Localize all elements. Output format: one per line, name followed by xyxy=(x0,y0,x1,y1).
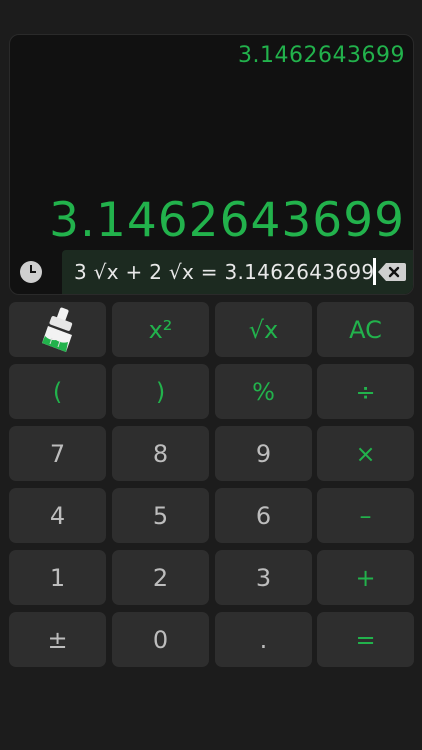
clear-history-button[interactable] xyxy=(9,302,106,357)
sqrt-button[interactable]: √x xyxy=(215,302,312,357)
clock-icon[interactable] xyxy=(20,261,42,283)
plus-minus-button[interactable]: ± xyxy=(9,612,106,667)
decimal-button[interactable]: . xyxy=(215,612,312,667)
square-button[interactable]: x² xyxy=(112,302,209,357)
digit-4-button[interactable]: 4 xyxy=(9,488,106,543)
divide-button[interactable]: ÷ xyxy=(317,364,414,419)
calculator-display: 3.1462643699 3.1462643699 3 √x + 2 √x = … xyxy=(9,34,414,295)
digit-9-button[interactable]: 9 xyxy=(215,426,312,481)
text-cursor xyxy=(373,258,376,285)
digit-7-button[interactable]: 7 xyxy=(9,426,106,481)
previous-result: 3.1462643699 xyxy=(238,43,405,68)
expression-field[interactable]: 3 √x + 2 √x = 3.1462643699 xyxy=(62,250,413,294)
digit-6-button[interactable]: 6 xyxy=(215,488,312,543)
clear-button[interactable]: AC xyxy=(317,302,414,357)
paint-brush-icon xyxy=(41,307,72,352)
close-paren-button[interactable]: ) xyxy=(112,364,209,419)
equals-button[interactable]: = xyxy=(317,612,414,667)
expression-text: 3 √x + 2 √x = 3.1462643699 xyxy=(74,260,375,284)
digit-5-button[interactable]: 5 xyxy=(112,488,209,543)
digit-0-button[interactable]: 0 xyxy=(112,612,209,667)
digit-8-button[interactable]: 8 xyxy=(112,426,209,481)
digit-2-button[interactable]: 2 xyxy=(112,550,209,605)
plus-button[interactable]: + xyxy=(317,550,414,605)
digit-3-button[interactable]: 3 xyxy=(215,550,312,605)
backspace-icon[interactable] xyxy=(377,262,407,282)
percent-button[interactable]: % xyxy=(215,364,312,419)
multiply-button[interactable]: × xyxy=(317,426,414,481)
open-paren-button[interactable]: ( xyxy=(9,364,106,419)
input-row: 3 √x + 2 √x = 3.1462643699 xyxy=(10,250,413,294)
main-result: 3.1462643699 xyxy=(49,193,405,248)
digit-1-button[interactable]: 1 xyxy=(9,550,106,605)
minus-button[interactable]: – xyxy=(317,488,414,543)
